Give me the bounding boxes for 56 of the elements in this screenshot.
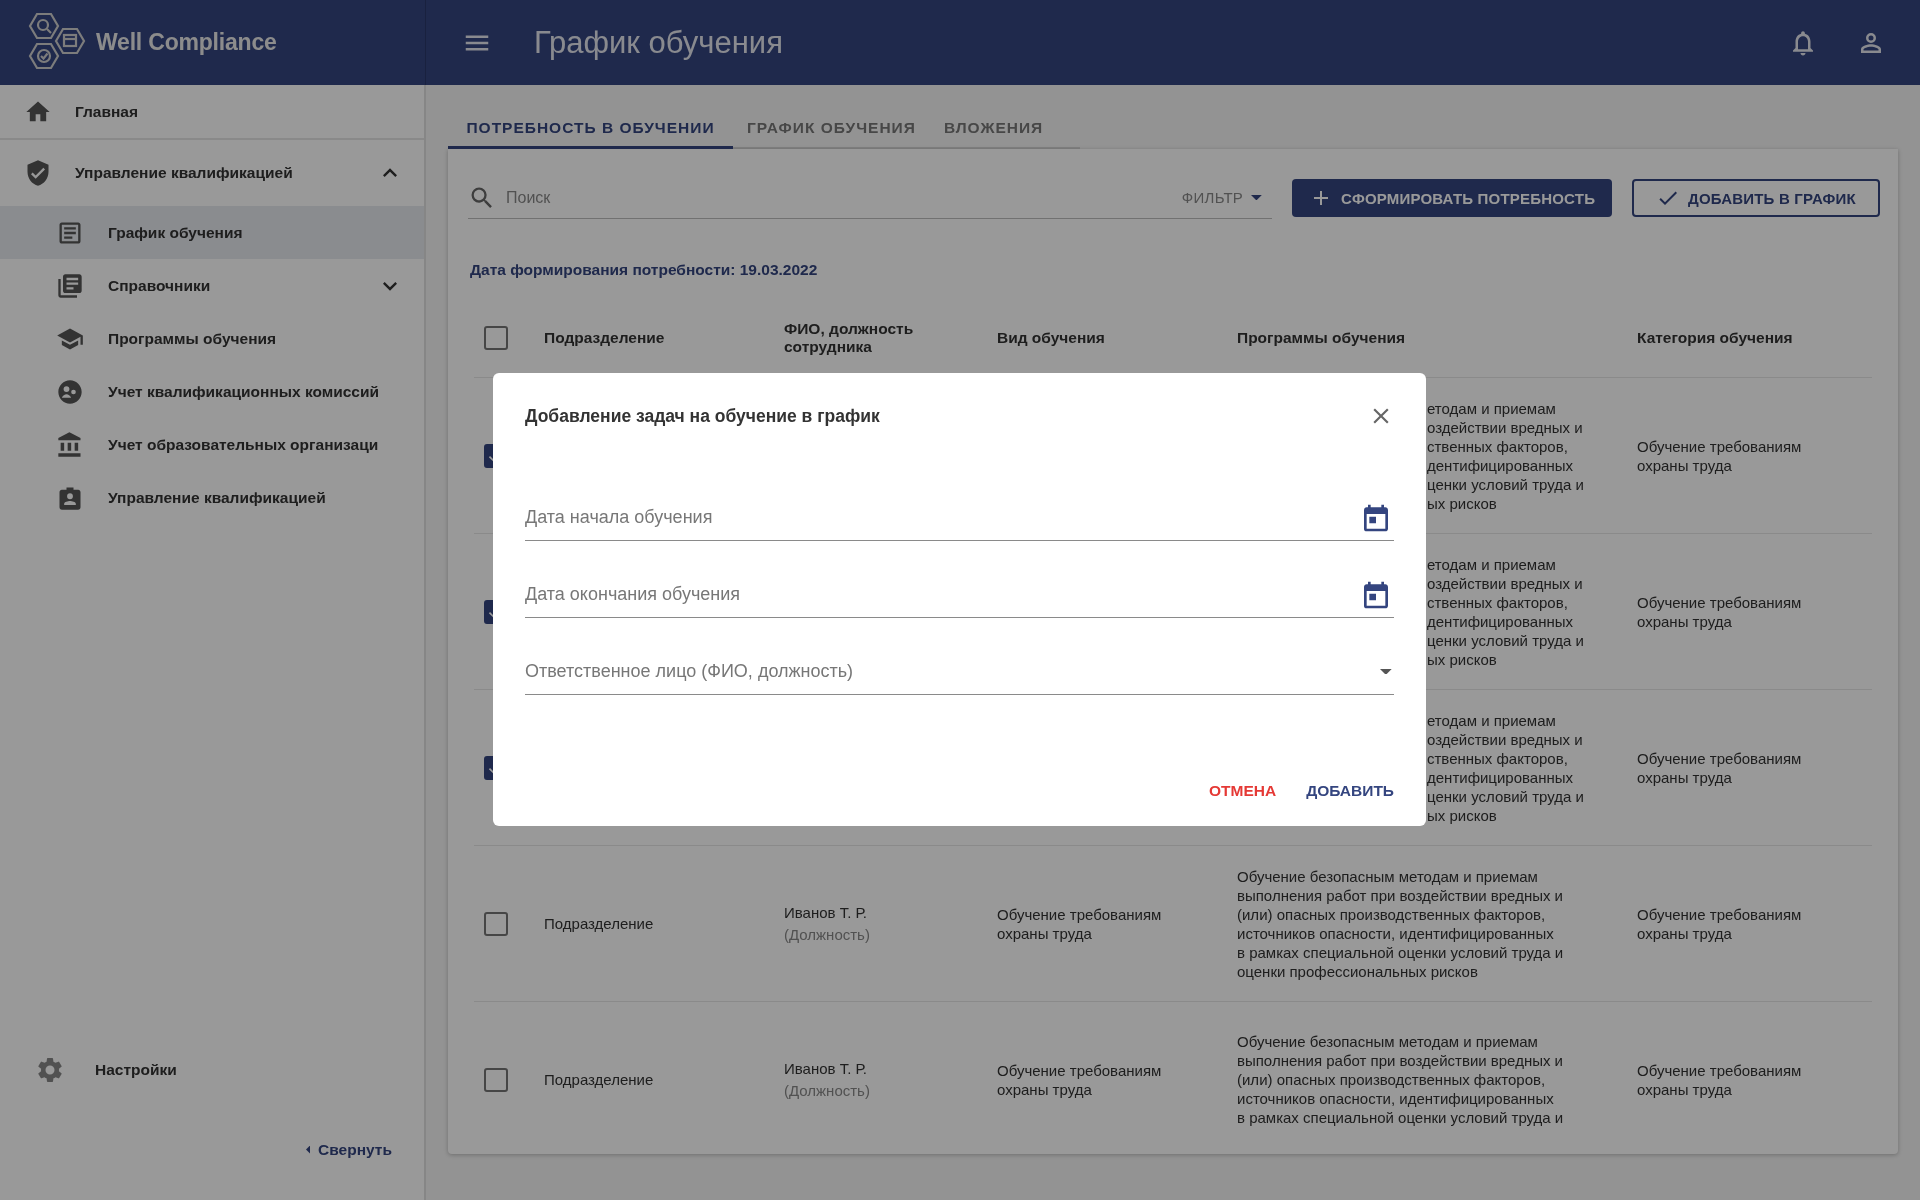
employee-name: Иванов Т. Р. (784, 903, 867, 922)
tab[interactable]: ВЛОЖЕНИЯ (929, 109, 1058, 149)
column-header[interactable]: Программы обучения (1237, 329, 1406, 347)
date-field[interactable]: Дата окончания обучения (525, 579, 1360, 610)
table-cell: етодам и приемам оздействии вредных и ственных факторов, дентифицированных ценки условий труда и ых рисков (1427, 710, 1584, 825)
sidebar-item[interactable]: Управление квалификацией (0, 471, 424, 524)
toolbar-button[interactable]: ДОБАВИТЬ В ГРАФИК (1632, 179, 1880, 217)
need-date-text: Дата формирования потребности: 19.03.2022 (470, 261, 818, 279)
sidebar-item[interactable]: Справочники (0, 259, 424, 312)
tab[interactable]: ГРАФИК ОБУЧЕНИЯ (733, 109, 930, 149)
caret-down-icon (1251, 194, 1262, 201)
table-cell: Обучение требованиям охраны труда (1637, 748, 1802, 787)
toolbar-button[interactable]: СФОРМИРОВАТЬ ПОТРЕБНОСТЬ (1292, 179, 1612, 217)
table-cell: Обучение безопасным методам и приемам выполнения работ при воздействии вредных и (или) опасных производственных факторов, источников опасности, идентифицированных в рамках специальной оценки условий труда и оценки профессиональных рисков (1237, 866, 1564, 981)
table-cell: Обучение требованиям охраны труда (997, 1060, 1162, 1099)
sidebar-item[interactable]: Управление квалификацией (0, 140, 424, 206)
settings-icon (35, 1055, 65, 1085)
employee-name: Иванов Т. Р. (784, 1059, 867, 1078)
sidebar-item[interactable]: График обучения (0, 206, 424, 259)
employee-position: (Должность) (784, 925, 870, 944)
column-header[interactable]: Категория обучения (1637, 329, 1793, 347)
column-header[interactable]: Подразделение (544, 329, 665, 347)
add-button[interactable]: ДОБАВИТЬ (1306, 778, 1394, 804)
collapse-button[interactable]: Свернуть (299, 1140, 398, 1160)
caret-left-icon (305, 1145, 311, 1155)
employee-position: (Должность) (784, 1081, 870, 1100)
books-icon (56, 271, 84, 300)
settings-item[interactable]: Настройки (0, 1040, 424, 1100)
table-cell: Обучение требованиям охраны труда (1637, 592, 1802, 631)
app-name: Well Compliance (96, 29, 277, 56)
institution-icon (56, 430, 84, 459)
date-field[interactable]: Дата начала обучения (525, 502, 1360, 533)
table-cell: Обучение безопасным методам и приемам выполнения работ при воздействии вредных и (или) опасных производственных факторов, источников опасности, идентифицированных в рамках специальной оценки условий труда и (1237, 1032, 1564, 1127)
table-cell: Обучение требованиям охраны труда (1637, 436, 1802, 475)
table-cell: Обучение требованиям охраны труда (1637, 904, 1802, 943)
group-icon (56, 377, 84, 406)
table-cell: етодам и приемам оздействии вредных и ственных факторов, дентифицированных ценки условий труда и ых рисков (1427, 398, 1584, 513)
cancel-button[interactable]: ОТМЕНА (1209, 778, 1277, 804)
table-cell: Подразделение (544, 1070, 654, 1089)
dialog-title: Добавление задач на обучение в график (525, 405, 880, 427)
caret-down-icon[interactable] (1380, 668, 1392, 675)
column-header[interactable]: Вид обучения (997, 329, 1105, 347)
dropdown-field[interactable]: Ответственное лицо (ФИО, должность) (525, 656, 1381, 687)
sidebar-item[interactable]: Главная (0, 85, 424, 138)
sidebar-item[interactable]: Учет образовательных организаци (0, 418, 424, 471)
table-cell: етодам и приемам оздействии вредных и ственных факторов, дентифицированных ценки условий труда и ых рисков (1427, 554, 1584, 669)
checkbox[interactable] (484, 911, 508, 936)
column-header[interactable]: ФИО, должность сотрудника (784, 320, 997, 356)
page-title: График обучения (534, 24, 784, 61)
checkbox[interactable] (484, 326, 508, 350)
table-cell: Обучение требованиям охраны труда (997, 904, 1162, 943)
checkbox[interactable] (484, 1067, 508, 1092)
sidebar-item[interactable]: Программы обучения (0, 312, 424, 365)
sidebar-item[interactable]: Учет квалификационных комиссий (0, 365, 424, 418)
table-cell: Обучение требованиям охраны труда (1637, 1060, 1802, 1099)
table-cell: Подразделение (544, 914, 654, 933)
